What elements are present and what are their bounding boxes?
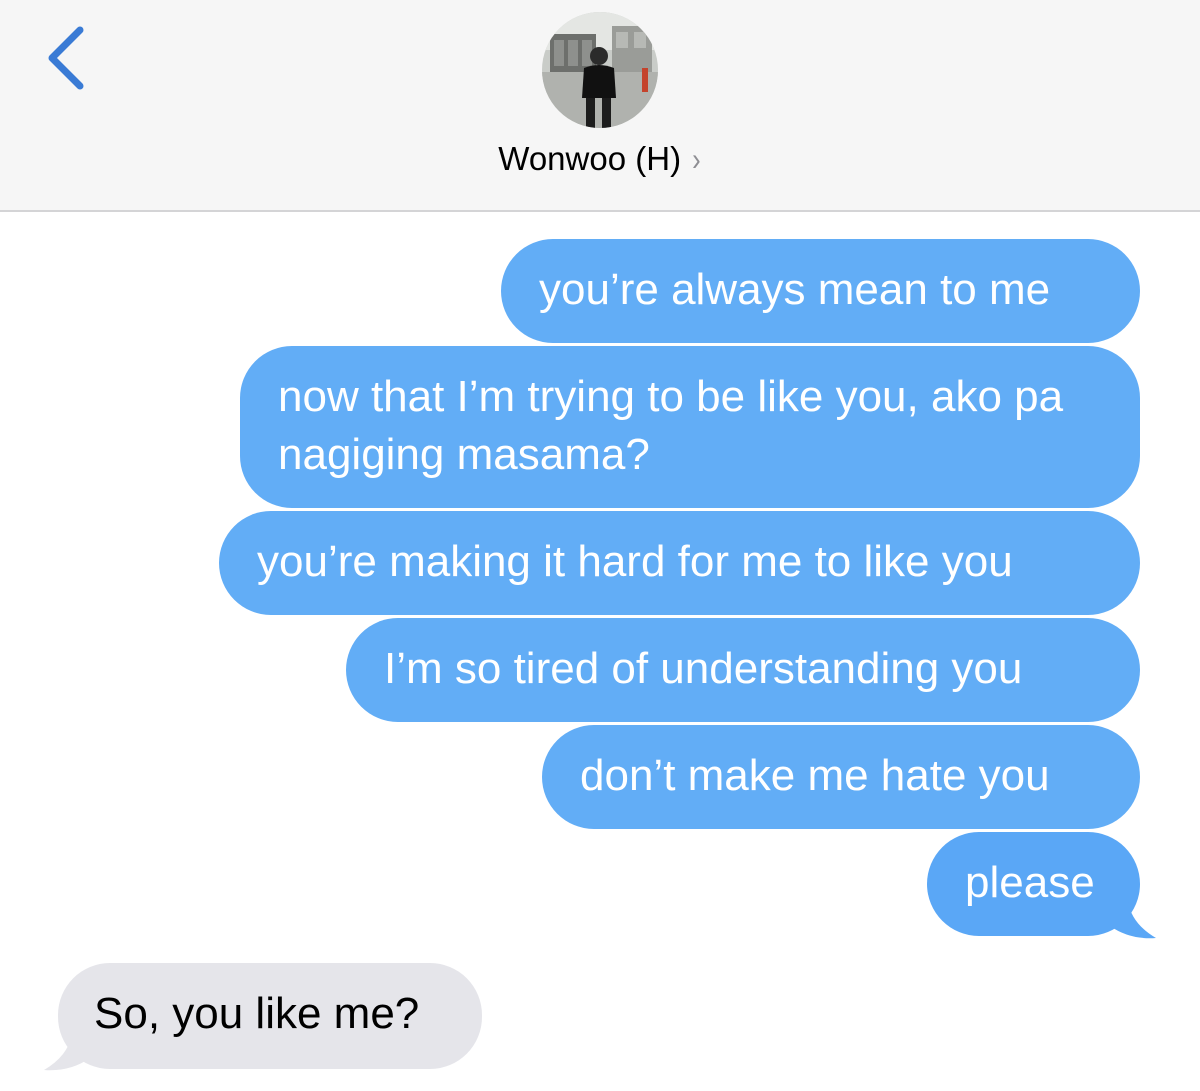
message-bubble-sent[interactable]: you’re always mean to me (501, 239, 1140, 343)
message-text: now that I’m trying to be like you, ako … (278, 372, 1064, 479)
chevron-right-icon: › (692, 141, 701, 177)
back-button[interactable] (36, 20, 106, 100)
contact-name-button[interactable]: Wonwoo (H) › (0, 140, 1200, 178)
avatar[interactable] (542, 12, 658, 128)
message-text: So, you like me? (94, 989, 420, 1038)
message-bubble-sent[interactable]: now that I’m trying to be like you, ako … (240, 346, 1140, 508)
chevron-left-icon (48, 26, 84, 90)
message-bubble-sent[interactable]: I’m so tired of understanding you (346, 618, 1140, 722)
message-text: please (965, 858, 1095, 907)
contact-photo-icon (542, 12, 658, 128)
message-bubble-sent[interactable]: you’re making it hard for me to like you (219, 511, 1140, 615)
message-text: you’re always mean to me (539, 265, 1051, 314)
message-bubble-received[interactable]: So, you like me? (58, 963, 482, 1069)
message-text: I’m so tired of understanding you (384, 644, 1023, 693)
message-thread[interactable]: you’re always mean to me now that I’m tr… (0, 212, 1200, 1091)
contact-name: Wonwoo (H) (498, 140, 682, 177)
message-text: you’re making it hard for me to like you (257, 537, 1013, 586)
message-text: don’t make me hate you (580, 751, 1050, 800)
message-bubble-sent[interactable]: please (927, 832, 1140, 936)
bubble-tail-received (44, 1034, 90, 1071)
conversation-header: Wonwoo (H) › (0, 0, 1200, 212)
bubble-tail-sent (1110, 902, 1156, 939)
message-bubble-sent[interactable]: don’t make me hate you (542, 725, 1140, 829)
